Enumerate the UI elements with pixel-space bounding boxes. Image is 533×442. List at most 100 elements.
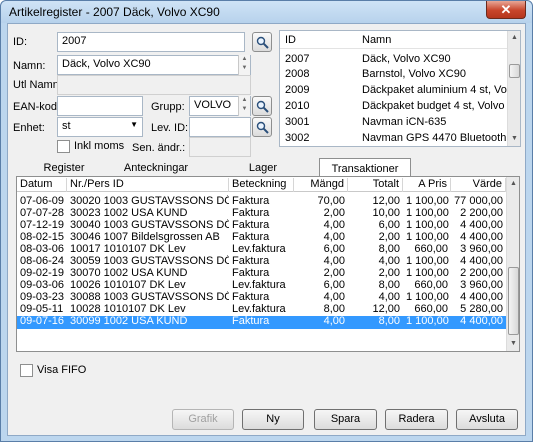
cell-datum: 09-07-16 xyxy=(20,315,65,327)
scrollbar-thumb[interactable] xyxy=(509,64,520,78)
table-row-selected[interactable]: 09-07-16 30099 1002 USA KUND Faktura 4,0… xyxy=(17,315,506,329)
article-list[interactable]: ID Namn 2007 Däck, Volvo XC90 2008 Barns… xyxy=(279,30,521,147)
avsluta-button[interactable]: Avsluta xyxy=(456,409,518,430)
list-item[interactable]: 2009 Däckpaket aluminium 4 st, Volvo XC xyxy=(280,83,520,98)
cell-totalt: 8,00 xyxy=(378,279,400,291)
cell-varde: 2 200,00 xyxy=(460,207,503,219)
cell-mangd: 4,00 xyxy=(323,291,345,303)
scroll-up-icon[interactable]: ▲ xyxy=(508,31,520,45)
column-header-datum[interactable]: Datum xyxy=(17,178,67,192)
cell-beteckning: Faktura xyxy=(232,267,270,279)
radera-button[interactable]: Radera xyxy=(385,409,448,430)
cell-mangd: 8,00 xyxy=(323,303,345,315)
list-item[interactable]: 3002 Navman GPS 4470 Bluetooth xyxy=(280,131,508,146)
cell-datum: 09-03-06 xyxy=(20,279,65,291)
cell-apris: 1 100,00 xyxy=(406,219,449,231)
app-window: Artikelregister - 2007 Däck, Volvo XC90 … xyxy=(0,0,533,442)
lev-id-label: Lev. ID: xyxy=(151,122,189,134)
utl-namn-label: Utl Namn: xyxy=(13,79,62,91)
cell-nr: 30070 1002 USA KUND xyxy=(70,267,188,279)
search-icon xyxy=(256,100,269,113)
scrollbar-thumb[interactable] xyxy=(508,267,519,335)
cell-varde: 3 960,00 xyxy=(460,243,503,255)
list-item-namn: Navman GPS 4470 Bluetooth xyxy=(362,132,507,144)
cell-mangd: 4,00 xyxy=(323,315,345,327)
column-header-id[interactable]: ID xyxy=(285,34,296,46)
grid-scrollbar[interactable]: ▲ ▼ xyxy=(506,177,519,351)
ny-button[interactable]: Ny xyxy=(242,409,304,430)
inkl-moms-checkbox[interactable] xyxy=(57,140,70,153)
list-item[interactable]: 2010 Däckpaket budget 4 st, Volvo XC90 xyxy=(280,99,520,114)
cell-mangd: 70,00 xyxy=(317,195,345,207)
grafik-button[interactable]: Grafik xyxy=(172,409,234,430)
namn-field[interactable]: Däck, Volvo XC90 xyxy=(57,55,251,75)
list-item-id: 2010 xyxy=(285,100,310,112)
search-icon xyxy=(256,121,269,134)
cell-apris: 660,00 xyxy=(414,303,448,315)
grupp-label: Grupp: xyxy=(151,101,185,113)
lev-id-field[interactable] xyxy=(189,117,251,137)
chevron-down-icon: ▼ xyxy=(130,120,138,129)
cell-totalt: 6,00 xyxy=(378,219,400,231)
enhet-select[interactable]: st ▼ xyxy=(57,117,143,137)
cell-nr: 30040 1003 GUSTAVSSONS DÖDSBO xyxy=(70,219,229,231)
cell-apris: 1 100,00 xyxy=(406,195,449,207)
column-header-beteckning[interactable]: Beteckning xyxy=(229,178,294,192)
cell-beteckning: Lev.faktura xyxy=(232,303,286,315)
article-list-scrollbar[interactable]: ▲ ▼ xyxy=(507,31,520,146)
grupp-search-button[interactable] xyxy=(252,96,272,116)
cell-varde: 4 400,00 xyxy=(460,315,503,327)
spin-arrows-icon[interactable]: ▲ ▼ xyxy=(238,55,250,75)
cell-beteckning: Lev.faktura xyxy=(232,279,286,291)
list-item[interactable]: 2007 Däck, Volvo XC90 xyxy=(280,52,508,67)
column-header-nr[interactable]: Nr./Pers ID xyxy=(67,178,229,192)
column-header-namn[interactable]: Namn xyxy=(362,34,391,46)
list-item[interactable]: 3001 Navman iCN-635 xyxy=(280,115,508,130)
cell-totalt: 4,00 xyxy=(378,255,400,267)
cell-datum: 07-07-28 xyxy=(20,207,65,219)
cell-mangd: 4,00 xyxy=(323,255,345,267)
ean-label: EAN-kod: xyxy=(13,101,61,113)
cell-mangd: 2,00 xyxy=(323,267,345,279)
cell-apris: 1 100,00 xyxy=(406,255,449,267)
column-header-varde[interactable]: Värde xyxy=(451,178,506,192)
visa-fifo-checkbox[interactable] xyxy=(20,364,33,377)
sen-andr-field xyxy=(189,137,251,157)
cell-apris: 660,00 xyxy=(414,243,448,255)
id-search-button[interactable] xyxy=(252,32,272,52)
id-field[interactable]: 2007 xyxy=(57,32,245,52)
cell-beteckning: Faktura xyxy=(232,231,270,243)
title-bar[interactable]: Artikelregister - 2007 Däck, Volvo XC90 … xyxy=(1,1,532,23)
cell-varde: 4 400,00 xyxy=(460,255,503,267)
utl-namn-field[interactable] xyxy=(57,75,251,95)
cell-apris: 1 100,00 xyxy=(406,267,449,279)
cell-beteckning: Faktura xyxy=(232,219,270,231)
lev-id-search-button[interactable] xyxy=(252,117,272,137)
list-item[interactable]: 2008 Barnstol, Volvo XC90 xyxy=(280,67,508,82)
list-item-id: 2008 xyxy=(285,68,310,80)
spara-button[interactable]: Spara xyxy=(314,409,377,430)
cell-beteckning: Faktura xyxy=(232,207,270,219)
window-client: ID: 2007 Namn: Däck, Volvo XC90 ▲ ▼ Utl N… xyxy=(7,23,526,436)
cell-varde: 4 400,00 xyxy=(460,291,503,303)
column-header-totalt[interactable]: Totalt xyxy=(348,178,403,192)
inkl-moms-label: Inkl moms xyxy=(74,140,125,152)
transactions-grid[interactable]: Datum Nr./Pers ID Beteckning Mängd Total… xyxy=(16,176,520,352)
cell-nr: 10028 1010107 DK Lev xyxy=(70,303,186,315)
spin-arrows-icon[interactable]: ▲ ▼ xyxy=(238,96,250,116)
scroll-down-icon[interactable]: ▼ xyxy=(508,132,520,146)
cell-totalt: 2,00 xyxy=(378,231,400,243)
ean-field[interactable] xyxy=(57,96,143,116)
scroll-up-icon[interactable]: ▲ xyxy=(507,177,519,191)
cell-mangd: 6,00 xyxy=(323,243,345,255)
list-item-id: 2007 xyxy=(285,53,310,65)
column-header-apris[interactable]: A Pris xyxy=(403,178,451,192)
cell-datum: 08-06-24 xyxy=(20,255,65,267)
cell-nr: 10017 1010107 DK Lev xyxy=(70,243,186,255)
column-header-mangd[interactable]: Mängd xyxy=(294,178,348,192)
cell-totalt: 12,00 xyxy=(372,303,400,315)
close-button[interactable]: ✕ xyxy=(486,1,526,19)
scroll-down-icon[interactable]: ▼ xyxy=(507,337,519,351)
cell-varde: 2 200,00 xyxy=(460,267,503,279)
list-item-namn: Barnstol, Volvo XC90 xyxy=(362,68,466,80)
